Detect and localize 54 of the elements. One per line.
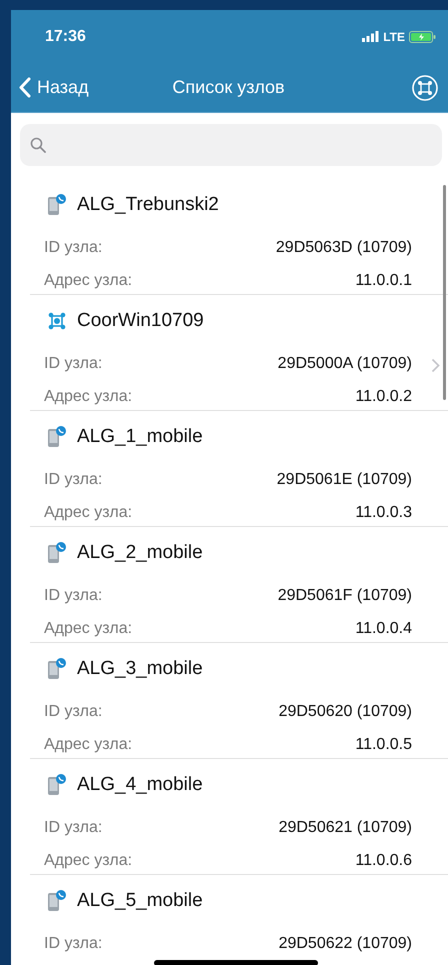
field-label: ID узла: [44,934,102,952]
field-label: Адрес узла: [44,620,132,638]
search-field[interactable] [20,124,442,166]
node-address: 11.0.0.5 [355,736,412,754]
node-address: 11.0.0.4 [355,620,412,638]
field-label: ID узла: [44,818,102,836]
node-name: ALG_1_mobile [77,426,203,448]
phone-icon [47,542,67,564]
node-name: ALG_2_mobile [77,542,203,564]
node-name: CoorWin10709 [77,310,204,332]
node-list-item[interactable]: ALG_2_mobile ID узла: 29D5061F (10709) Адрес узла: 11.0.0.4 [30,527,448,643]
node-id: 29D5061F (10709) [278,586,412,604]
phone-icon [47,426,67,448]
field-label: ID узла: [44,238,102,256]
node-name: ALG_4_mobile [77,774,203,796]
node-address: 11.0.0.6 [355,852,412,870]
coordinator-icon [47,310,67,332]
node-list-item[interactable]: ALG_1_mobile ID узла: 29D5061E (10709) Адрес узла: 11.0.0.3 [30,411,448,527]
node-list-item[interactable]: ALG_3_mobile ID узла: 29D50620 (10709) Адрес узла: 11.0.0.5 [30,643,448,759]
status-time: 17:36 [45,28,86,46]
phone-icon [47,194,67,216]
network-label: LTE [383,30,405,44]
network-topology-icon[interactable] [412,74,438,100]
field-label: Адрес узла: [44,852,132,870]
field-label: ID узла: [44,470,102,488]
node-name: ALG_3_mobile [77,658,203,680]
screen-title: Список узлов [172,77,285,98]
field-label: Адрес узла: [44,388,132,406]
node-id: 29D5061E (10709) [276,470,412,488]
field-label: ID узла: [44,586,102,604]
field-label: ID узла: [44,354,102,372]
phone-icon [47,774,67,796]
phone-icon [47,890,67,912]
signal-icon [362,31,380,42]
node-id: 29D5000A (10709) [278,354,412,372]
node-name: ALG_5_mobile [77,890,203,912]
node-id: 29D5063D (10709) [276,238,412,256]
node-id: 29D50620 (10709) [278,702,412,720]
node-id: 29D50621 (10709) [278,818,412,836]
field-label: Адрес узла: [44,504,132,522]
back-button[interactable]: Назад [19,77,89,98]
node-list-item[interactable]: ALG_4_mobile ID узла: 29D50621 (10709) Адрес узла: 11.0.0.6 [30,759,448,875]
node-name: ALG_Trebunski2 [77,194,219,216]
search-icon [30,137,46,153]
back-chevron-icon [19,77,31,98]
phone-icon [47,658,67,680]
field-label: ID узла: [44,702,102,720]
field-label: Адрес узла: [44,272,132,290]
node-address: 11.0.0.3 [355,504,412,522]
node-address: 11.0.0.2 [355,388,412,406]
field-label: Адрес узла: [44,736,132,754]
battery-icon [409,30,436,42]
node-address: 11.0.0.1 [355,272,412,290]
node-id: 29D50622 (10709) [278,934,412,952]
